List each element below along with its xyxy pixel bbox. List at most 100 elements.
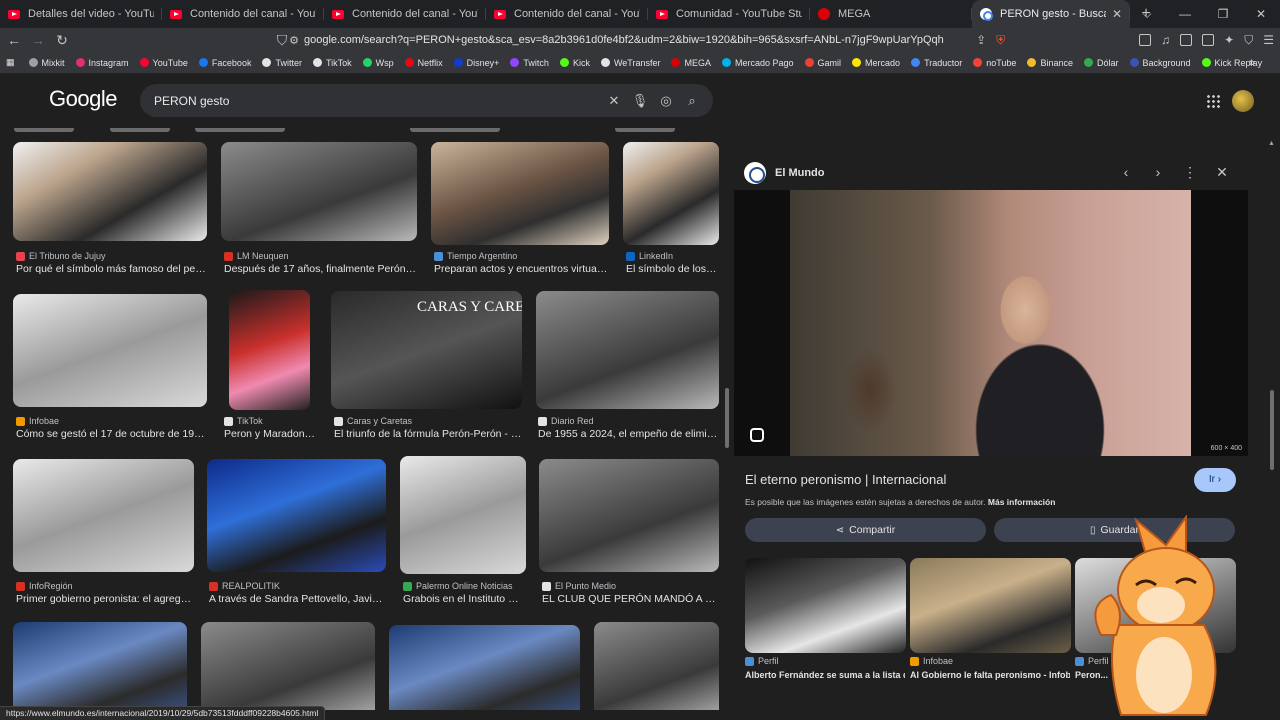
- voice-search-icon[interactable]: 🎙︎: [627, 93, 653, 109]
- result-thumbnail[interactable]: [201, 622, 375, 710]
- related-caption[interactable]: Alberto Fernández se suma a la lista de.…: [745, 670, 905, 680]
- related-caption[interactable]: Al Gobierno le falta peronismo - Infobae: [910, 670, 1070, 680]
- scrollbar-thumb[interactable]: [1270, 390, 1274, 470]
- result-thumbnail[interactable]: [400, 456, 526, 574]
- result-caption[interactable]: Grabois en el Instituto Pe...: [403, 593, 525, 605]
- result-thumbnail[interactable]: [389, 625, 580, 710]
- bookmark-notube[interactable]: noTube: [973, 58, 1016, 68]
- result-thumbnail[interactable]: [229, 290, 310, 410]
- results-scrollbar[interactable]: [724, 140, 730, 706]
- search-input[interactable]: PERON gesto: [154, 94, 601, 108]
- result-caption[interactable]: EL CLUB QUE PERÓN MANDÓ A LA ...: [542, 593, 718, 605]
- leo-ai-icon[interactable]: ✦: [1224, 33, 1234, 47]
- clear-search-icon[interactable]: ✕: [601, 93, 627, 109]
- account-avatar[interactable]: [1232, 90, 1254, 112]
- result-thumbnail[interactable]: [623, 142, 719, 245]
- bookmark-wetransfer[interactable]: WeTransfer: [600, 58, 660, 68]
- share-page-icon[interactable]: ⇪: [976, 33, 986, 47]
- bookmark-wsp[interactable]: Wsp: [362, 58, 394, 68]
- wallet-icon[interactable]: [1202, 34, 1215, 46]
- search-icon[interactable]: ⌕: [679, 93, 705, 109]
- visit-button[interactable]: Ir ›: [1194, 468, 1236, 492]
- close-window-button[interactable]: ✕: [1242, 0, 1280, 28]
- bookmark-twitter[interactable]: Twitter: [262, 58, 302, 68]
- related-image[interactable]: [745, 558, 906, 653]
- result-thumbnail[interactable]: [536, 291, 719, 409]
- tab-mega[interactable]: MEGA: [810, 0, 972, 28]
- result-thumbnail[interactable]: [221, 142, 417, 241]
- result-caption[interactable]: Después de 17 años, finalmente Perón vol…: [224, 263, 417, 275]
- bookmark-twitch[interactable]: Twitch: [510, 58, 549, 68]
- bookmark-mercado-pago[interactable]: Mercado Pago: [721, 58, 794, 68]
- bookmark-kick[interactable]: Kick: [559, 58, 590, 68]
- bookmark-binance[interactable]: Binance: [1027, 58, 1073, 68]
- result-thumbnail[interactable]: [13, 142, 207, 241]
- share-button[interactable]: ⋖ Compartir: [745, 518, 986, 542]
- result-thumbnail[interactable]: [594, 622, 719, 710]
- google-apps-icon[interactable]: [1206, 94, 1220, 108]
- bookmark-disney[interactable]: Disney+: [453, 58, 499, 68]
- result-caption[interactable]: Preparan actos y encuentros virtuales...: [434, 263, 609, 275]
- bookmark-mega[interactable]: MEGA: [671, 58, 711, 68]
- result-thumbnail[interactable]: [13, 622, 187, 710]
- forward-button[interactable]: →: [28, 32, 48, 48]
- scrollbar-thumb[interactable]: [725, 388, 729, 448]
- bookmark-mixkit[interactable]: Mixkit: [28, 58, 65, 68]
- bookmark-dolar[interactable]: Dólar: [1083, 58, 1119, 68]
- bookmark-facebook[interactable]: Facebook: [198, 58, 251, 68]
- result-thumbnail[interactable]: [13, 294, 207, 407]
- site-info-icon[interactable]: ⚙: [284, 34, 304, 47]
- bookmark-mercado[interactable]: Mercado: [852, 58, 900, 68]
- tab-youtube-studio-1[interactable]: Detalles del video - YouTube Studio: [0, 0, 162, 28]
- close-tab-icon[interactable]: ✕: [1112, 7, 1122, 21]
- minimize-button[interactable]: —: [1166, 0, 1204, 28]
- tab-youtube-studio-2[interactable]: Contenido del canal - YouTube Studio: [162, 0, 324, 28]
- result-caption[interactable]: El triunfo de la fórmula Perón-Perón - C…: [334, 428, 522, 440]
- more-options-icon[interactable]: ⋮: [1181, 164, 1199, 181]
- result-thumbnail[interactable]: [539, 459, 719, 572]
- search-box[interactable]: PERON gesto ✕ 🎙︎ ◎ ⌕: [140, 84, 713, 117]
- next-image-icon[interactable]: ›: [1149, 164, 1167, 180]
- panel-source[interactable]: El Mundo: [744, 162, 825, 184]
- bookmark-instagram[interactable]: Instagram: [75, 58, 129, 68]
- screenshot-icon[interactable]: [1139, 34, 1152, 46]
- result-caption[interactable]: De 1955 a 2024, el empeño de eliminar...: [538, 428, 718, 440]
- result-thumbnail[interactable]: [431, 142, 609, 245]
- sidebar-icon[interactable]: [1180, 34, 1193, 46]
- bookmark-traductor[interactable]: Traductor: [911, 58, 962, 68]
- tab-youtube-studio-5[interactable]: Comunidad - YouTube Studio: [648, 0, 810, 28]
- maximize-button[interactable]: ❐: [1204, 0, 1242, 28]
- address-bar[interactable]: ⚙ google.com/search?q=PERON+gesto&sca_es…: [258, 29, 1002, 51]
- bookmark-tiktok[interactable]: TikTok: [312, 58, 352, 68]
- bookmark-youtube[interactable]: YouTube: [139, 58, 188, 68]
- close-panel-icon[interactable]: ✕: [1213, 164, 1231, 181]
- apps-grid-icon[interactable]: ▦: [6, 57, 15, 68]
- tab-google-search[interactable]: PERON gesto - Buscar con Google ✕: [972, 0, 1130, 28]
- reload-button[interactable]: ↻: [52, 32, 72, 49]
- lens-search-icon[interactable]: ◎: [653, 93, 679, 109]
- lens-search-icon[interactable]: [750, 428, 764, 442]
- result-caption[interactable]: A través de Sandra Pettovello, Javier ..…: [209, 593, 385, 605]
- related-image[interactable]: [910, 558, 1071, 653]
- result-caption[interactable]: Cómo se gestó el 17 de octubre de 1945, …: [16, 428, 208, 440]
- result-thumbnail[interactable]: [207, 459, 386, 572]
- result-caption[interactable]: Peron y Maradona:...: [224, 428, 316, 440]
- vpn-icon[interactable]: ⛉: [1244, 33, 1253, 48]
- result-caption[interactable]: Primer gobierno peronista: el agregad...: [16, 593, 194, 605]
- more-info-link[interactable]: Más información: [988, 497, 1056, 507]
- google-logo[interactable]: Google: [49, 86, 117, 112]
- panel-scrollbar[interactable]: ▲: [1268, 140, 1276, 706]
- panel-title[interactable]: El eterno peronismo | Internacional: [745, 472, 946, 487]
- previous-image-icon[interactable]: ‹: [1117, 164, 1135, 180]
- more-bookmarks-icon[interactable]: »: [1249, 57, 1255, 69]
- preview-image[interactable]: [790, 190, 1191, 456]
- brave-shield-icon[interactable]: ⛨: [996, 33, 1005, 48]
- media-icon[interactable]: ♫: [1161, 33, 1170, 47]
- menu-icon[interactable]: ☰: [1263, 33, 1274, 47]
- back-button[interactable]: ←: [4, 32, 24, 48]
- result-caption[interactable]: Por qué el símbolo más famoso del peron.…: [16, 263, 208, 275]
- tab-search-icon[interactable]: ⌵: [1128, 0, 1166, 28]
- result-thumbnail[interactable]: [13, 459, 194, 572]
- bookmark-background[interactable]: Background: [1129, 58, 1191, 68]
- preview-image-area[interactable]: 600 × 400: [734, 190, 1248, 456]
